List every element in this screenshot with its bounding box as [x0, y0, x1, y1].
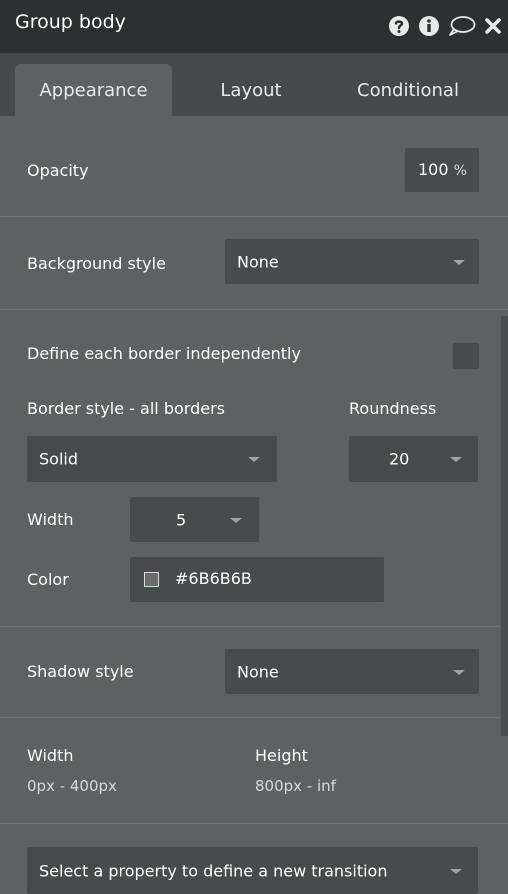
border-width-label: Width [27, 510, 74, 529]
background-style-label: Background style [27, 254, 166, 273]
divider [0, 216, 508, 217]
divider [0, 309, 508, 310]
tab-label: Appearance [39, 79, 148, 101]
chevron-down-icon [248, 457, 260, 462]
chevron-down-icon [230, 517, 242, 523]
transition-property-dropdown[interactable]: Select a property to define a new transi… [27, 847, 478, 894]
tab-layout[interactable]: Layout [190, 64, 312, 116]
panel-title: Group body [15, 11, 126, 33]
tab-bar: Appearance Layout Conditional [0, 53, 508, 116]
opacity-unit: % [453, 163, 467, 179]
tab-label: Layout [220, 79, 282, 101]
roundness-value: 20 [389, 449, 410, 469]
roundness-label: Roundness [349, 399, 437, 418]
chevron-down-icon [450, 868, 462, 874]
tab-appearance[interactable]: Appearance [15, 64, 172, 116]
background-style-value: None [237, 252, 279, 271]
info-icon[interactable] [418, 15, 440, 37]
opacity-value: 100 [418, 160, 449, 179]
color-swatch[interactable] [144, 572, 159, 587]
background-style-dropdown[interactable]: None [225, 239, 479, 284]
close-icon[interactable] [484, 17, 502, 35]
chevron-down-icon [453, 259, 465, 265]
transition-placeholder: Select a property to define a new transi… [39, 861, 388, 880]
chevron-down-icon [450, 457, 462, 462]
border-color-picker[interactable]: #6B6B6B [130, 557, 384, 602]
chevron-down-icon [453, 669, 465, 675]
border-color-value: #6B6B6B [175, 569, 252, 588]
size-width-value: 0px - 400px [27, 777, 117, 795]
divider [0, 626, 508, 627]
border-independent-checkbox[interactable] [453, 343, 479, 369]
border-style-label: Border style - all borders [27, 399, 225, 418]
shadow-style-value: None [237, 662, 279, 681]
shadow-style-label: Shadow style [27, 662, 134, 681]
border-color-label: Color [27, 570, 69, 589]
scrollbar[interactable] [501, 316, 508, 736]
comment-icon[interactable] [448, 15, 476, 37]
divider [0, 823, 508, 824]
help-icon[interactable] [388, 15, 410, 37]
roundness-dropdown[interactable]: 20 [349, 436, 478, 482]
size-width-label: Width [27, 746, 74, 765]
tab-label: Conditional [357, 79, 459, 101]
shadow-style-dropdown[interactable]: None [225, 649, 479, 694]
border-independent-label: Define each border independently [27, 344, 301, 363]
panel-header: Group body [0, 0, 508, 53]
size-height-label: Height [255, 746, 308, 765]
opacity-input[interactable]: 100 % [405, 148, 479, 192]
border-style-value: Solid [39, 449, 78, 469]
border-width-dropdown[interactable]: 5 [130, 497, 259, 542]
divider [0, 717, 508, 718]
opacity-label: Opacity [27, 161, 89, 180]
size-height-value: 800px - inf [255, 777, 336, 795]
tab-conditional[interactable]: Conditional [336, 64, 480, 116]
header-icons [388, 12, 502, 40]
border-width-value: 5 [176, 510, 187, 529]
border-style-dropdown[interactable]: Solid [27, 436, 277, 482]
